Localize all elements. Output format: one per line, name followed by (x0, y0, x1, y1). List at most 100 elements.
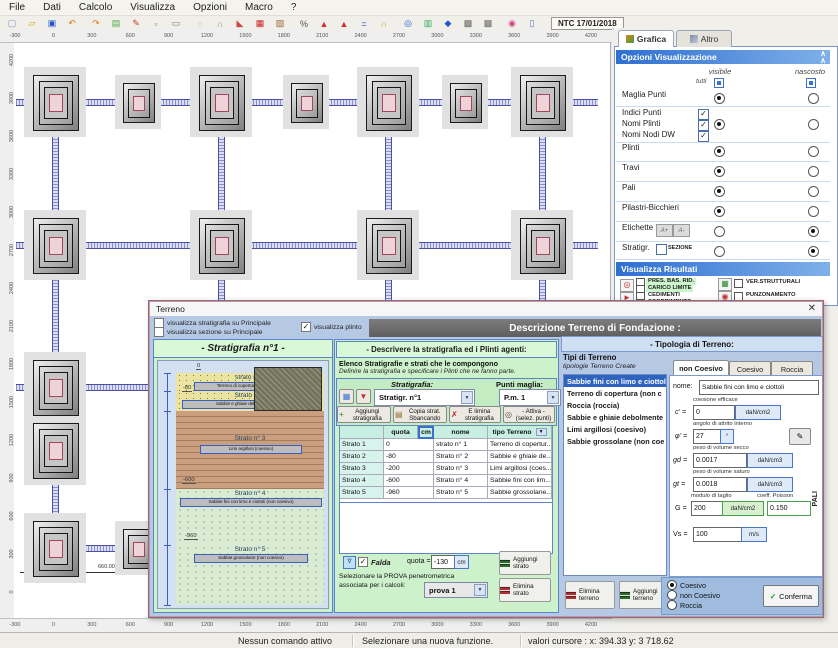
arch-icon[interactable]: ∩ (375, 16, 393, 31)
panel-scrollbar[interactable] (612, 28, 614, 30)
tab-altro[interactable]: Altro (676, 30, 732, 47)
open-folder-icon[interactable]: ▱ (23, 16, 41, 31)
footing-plinto[interactable] (33, 218, 79, 274)
menu-item-dati[interactable]: Dati (34, 1, 70, 14)
gt-input[interactable]: 0.0018 (693, 477, 747, 492)
hidden-radio[interactable] (808, 226, 819, 237)
terrain-radio-coesivo[interactable]: Coesivo (667, 580, 706, 590)
tab-coesivo[interactable]: Coesivo (729, 361, 771, 376)
hidden-radio[interactable] (808, 206, 819, 217)
nome-input[interactable]: Sabbie fini con limo e ciottoli (699, 380, 819, 395)
menu-item-calcolo[interactable]: Calcolo (70, 1, 121, 14)
edit-form-icon[interactable]: ▤ (107, 16, 125, 31)
terrain-list-item[interactable]: Roccia (roccia) (564, 399, 666, 411)
viz-options-header[interactable]: Opzioni Visualizzazione∧∧ (616, 50, 830, 64)
tab-roccia[interactable]: Roccia (771, 361, 813, 376)
table-row[interactable]: Strato 2-80Strato n° 2Sabbie e ghiaie de… (340, 451, 552, 463)
terrain-list-item[interactable]: Sabbie fini con limo e ciottoli (564, 375, 666, 387)
undo-icon[interactable]: ↶ (63, 16, 81, 31)
menu-item-visualizza[interactable]: Visualizza (121, 1, 184, 14)
footing-plinto[interactable] (366, 218, 412, 274)
close-icon[interactable]: ✕ (808, 303, 816, 314)
hidden-radio[interactable] (808, 146, 819, 157)
visible-radio[interactable] (714, 186, 725, 197)
hidden-radio[interactable] (808, 166, 819, 177)
tipi-terreno-listbox[interactable]: Sabbie fini con limo e ciottoliTerreno d… (563, 374, 667, 576)
percent-icon[interactable]: % (295, 16, 313, 31)
camera2-icon[interactable]: ▩ (479, 16, 497, 31)
footing-plinto[interactable] (33, 423, 79, 479)
terrain-list-item[interactable]: Sabbie grossolane (non coe (564, 435, 666, 447)
stratigraphy-drawing[interactable]: strato n° 1Terreno di copertura (non coe… (157, 360, 329, 609)
font-size-button[interactable]: A+ (656, 224, 673, 237)
equals-icon[interactable]: = (355, 16, 373, 31)
visible-radio[interactable] (714, 166, 725, 177)
visible-radio[interactable] (714, 206, 725, 217)
ring-icon[interactable]: ◎ (399, 16, 417, 31)
aggiungi-stratigrafia-button[interactable]: +Aggiungi stratigrafia (337, 406, 391, 423)
footing-plinto[interactable] (366, 75, 412, 131)
col-header-tipo Terreno[interactable]: tipo Terreno▼ (488, 426, 552, 439)
viz-row-checkbox[interactable]: ✓ (698, 120, 709, 131)
conferma-button[interactable]: ✓ Conferma (763, 585, 819, 607)
col-header-cm[interactable]: cm (418, 426, 434, 439)
terrain-radio-non-coesivo[interactable]: non Coesivo (667, 590, 720, 600)
hidden-radio[interactable] (808, 93, 819, 104)
menu-item-macro[interactable]: Macro (236, 1, 282, 14)
col-header-nome[interactable]: nome (434, 426, 488, 439)
menu-item-?[interactable]: ? (282, 1, 306, 14)
c-input[interactable]: 0 (693, 405, 735, 420)
menu-item-file[interactable]: File (0, 1, 34, 14)
elimina-strato-button[interactable]: Elimina strato (499, 578, 551, 602)
visible-radio[interactable] (714, 246, 725, 257)
strat-tool2-button[interactable]: ▼ (356, 389, 371, 404)
chevron-down-icon[interactable]: ▼ (474, 584, 486, 596)
col-header-quota[interactable]: quota (384, 426, 418, 439)
terrain-list-item[interactable]: Limi argillosi (coesivo) (564, 423, 666, 435)
terrain-list-item[interactable]: Terreno di copertura (non c (564, 387, 666, 399)
pencil-icon[interactable]: ✎ (127, 16, 145, 31)
tab-grafica[interactable]: Grafica (618, 30, 674, 47)
tab-non-coesivo[interactable]: non Coesivo (673, 360, 729, 376)
visible-radio[interactable] (714, 226, 725, 237)
hidden-radio[interactable] (808, 119, 819, 130)
capsule-icon[interactable]: ▭ (167, 16, 185, 31)
visible-radio[interactable] (714, 146, 725, 157)
footing-plinto[interactable] (33, 360, 79, 416)
view-checkbox-2[interactable]: ✓visualizza plinto (301, 322, 362, 332)
table-row[interactable]: Strato 10strato n° 1Terreno di copertur.… (340, 439, 552, 451)
falda-checkbox[interactable]: ✓Falda (358, 557, 391, 567)
aggiungi-strato-button[interactable]: Aggiungi strato (499, 551, 551, 575)
edit-pencil-button[interactable]: ✎ (789, 428, 811, 445)
stratigrafia-select[interactable]: Stratigr. n°1▼ (374, 389, 475, 406)
footing-plinto[interactable] (33, 75, 79, 131)
hidden-radio[interactable] (808, 246, 819, 257)
footing-plinto[interactable] (450, 83, 482, 123)
select-region-icon[interactable]: ▫ (147, 16, 165, 31)
shield-icon[interactable]: ◆ (439, 16, 457, 31)
viz-row-checkbox[interactable] (656, 244, 667, 255)
viz-row-checkbox[interactable]: ✓ (698, 109, 709, 120)
footing-plinto[interactable] (199, 218, 245, 274)
menu-item-opzioni[interactable]: Opzioni (184, 1, 236, 14)
footing-plinto[interactable] (291, 83, 323, 123)
pylon-icon[interactable]: ▲ (315, 16, 333, 31)
chevron-down-icon[interactable]: ▼ (547, 391, 559, 404)
chart-icon[interactable]: ◣ (231, 16, 249, 31)
copia-stratigrafia-button[interactable]: ▤Copia strat. Sbancando (393, 406, 447, 423)
footing-plinto[interactable] (123, 83, 155, 123)
table-row[interactable]: Strato 4-600Strato n° 4Sabbie fini con l… (340, 475, 552, 487)
pylon2-icon[interactable]: ▲ (335, 16, 353, 31)
punti-maglia-select[interactable]: P.m. 1▼ (499, 389, 561, 406)
monitor-icon[interactable]: ▥ (419, 16, 437, 31)
pin-icon[interactable]: ◌ (191, 16, 209, 31)
visible-radio[interactable] (714, 93, 725, 104)
new-file-icon[interactable]: ▢ (3, 16, 21, 31)
poisson-input[interactable]: 0.150 (767, 501, 811, 516)
mound-icon[interactable]: ∩ (211, 16, 229, 31)
footing-plinto[interactable] (520, 75, 566, 131)
toolbox-icon[interactable]: ▦ (251, 16, 269, 31)
result-checkbox[interactable] (734, 279, 743, 288)
strat-tool1-button[interactable]: ▦ (339, 389, 354, 404)
document-icon[interactable]: ▯ (523, 16, 541, 31)
